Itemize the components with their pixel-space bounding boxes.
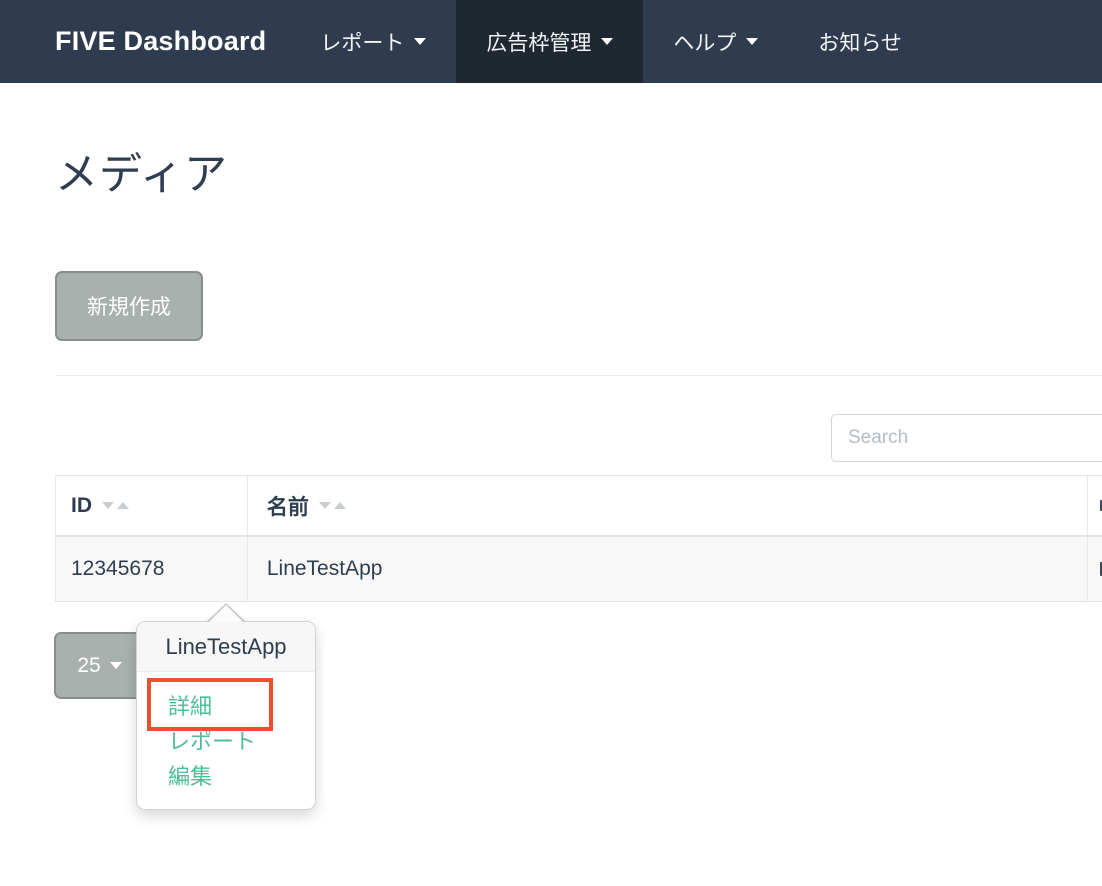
sort-asc-icon <box>117 502 129 509</box>
popover-title: LineTestApp <box>137 622 315 672</box>
popover-link-edit[interactable]: 編集 <box>168 759 212 794</box>
table-header-row: ID 名前 <box>56 476 1102 537</box>
nav-item-ad-slot-management[interactable]: 広告枠管理 <box>456 0 643 83</box>
nav-item-help[interactable]: ヘルプ <box>643 0 788 83</box>
screen: FIVE Dashboard レポート 広告枠管理 ヘルプ お知らせ メディア … <box>0 0 1102 886</box>
sort-desc-icon <box>102 502 114 509</box>
column-header-label: 名前 <box>267 491 309 521</box>
popover-arrow-icon <box>208 605 244 623</box>
media-table: ID 名前 12345678 LineTestApp <box>55 475 1102 602</box>
nav-item-label: レポート <box>320 27 404 57</box>
chevron-down-icon <box>110 662 122 669</box>
page-size-value: 25 <box>77 654 100 678</box>
nav-item-report[interactable]: レポート <box>290 0 456 83</box>
sort-asc-icon <box>334 502 346 509</box>
table-row[interactable]: 12345678 LineTestApp <box>56 537 1102 602</box>
sort-icons[interactable] <box>102 502 129 509</box>
column-header-name[interactable]: 名前 <box>247 476 1087 535</box>
cell-name: LineTestApp <box>247 537 1087 601</box>
nav-menu: レポート 広告枠管理 ヘルプ お知らせ <box>290 0 932 83</box>
create-new-button[interactable]: 新規作成 <box>55 271 203 341</box>
popover-link-report[interactable]: レポート <box>168 724 256 759</box>
row-action-popover: LineTestApp 詳細 レポート 編集 <box>136 621 316 810</box>
navbar: FIVE Dashboard レポート 広告枠管理 ヘルプ お知らせ <box>0 0 1102 83</box>
sort-icons[interactable] <box>319 502 346 509</box>
nav-item-label: 広告枠管理 <box>486 27 591 57</box>
column-header-clipped <box>1087 476 1102 535</box>
cell-id: 12345678 <box>56 537 247 601</box>
column-header-label: ID <box>71 494 92 518</box>
column-header-id[interactable]: ID <box>56 476 247 535</box>
popover-links: 詳細 レポート 編集 <box>137 672 315 794</box>
nav-item-label: お知らせ <box>818 27 902 57</box>
chevron-down-icon <box>414 38 426 45</box>
sort-desc-icon <box>319 502 331 509</box>
brand-title[interactable]: FIVE Dashboard <box>55 0 266 83</box>
page-size-dropdown[interactable]: 25 <box>54 632 145 699</box>
create-new-button-label: 新規作成 <box>87 291 171 321</box>
nav-item-news[interactable]: お知らせ <box>788 0 932 83</box>
search-input[interactable] <box>831 414 1102 462</box>
page-title: メディア <box>55 140 228 202</box>
chevron-down-icon <box>746 38 758 45</box>
cell-clipped <box>1087 537 1102 601</box>
chevron-down-icon <box>601 38 613 45</box>
nav-item-label: ヘルプ <box>673 27 736 57</box>
divider <box>55 375 1102 376</box>
popover-link-detail[interactable]: 詳細 <box>168 689 212 724</box>
